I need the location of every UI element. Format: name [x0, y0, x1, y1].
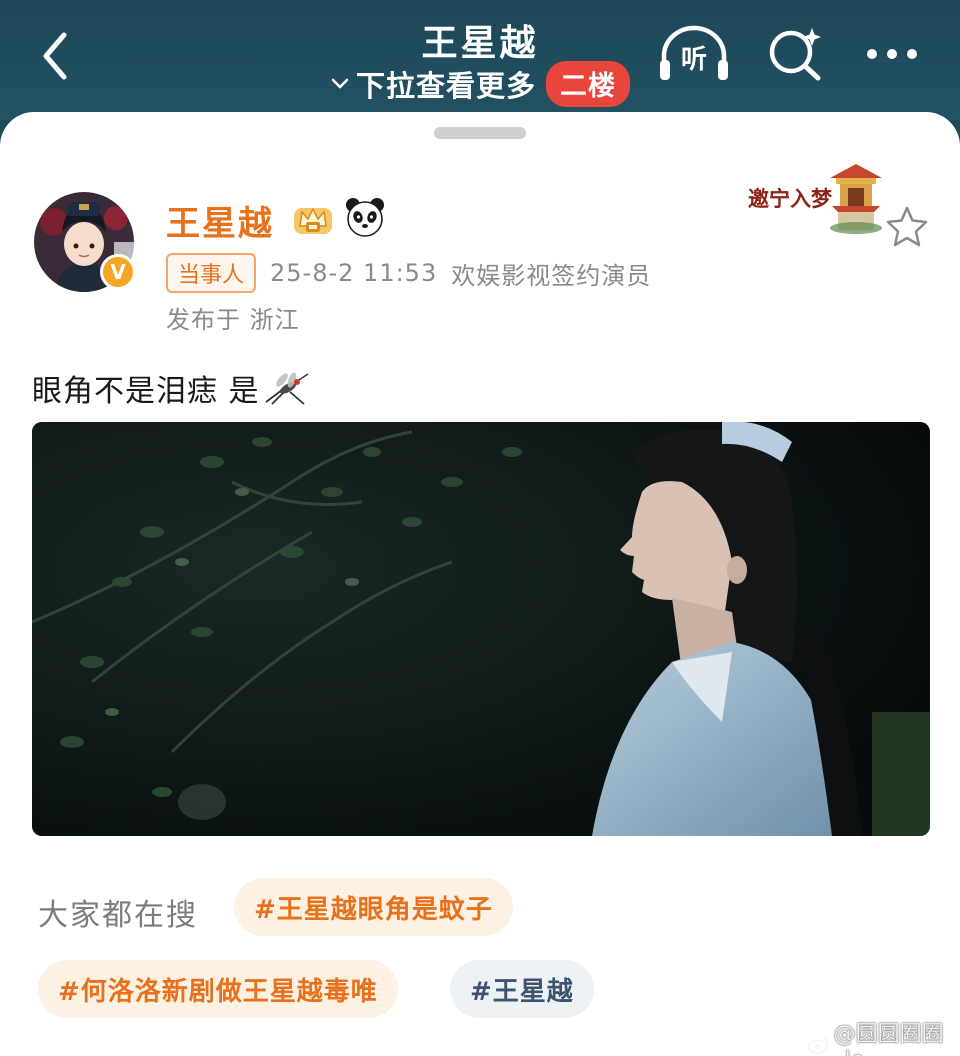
decoration-text: 邀宁入梦	[748, 186, 833, 211]
role-tag: 当事人	[166, 253, 257, 293]
pull-hint-label: 下拉查看更多	[355, 69, 536, 103]
video-frame-illustration	[32, 422, 930, 836]
post-image[interactable]	[32, 422, 930, 836]
weibo-logo-icon	[808, 1036, 829, 1054]
star-icon	[886, 206, 928, 247]
related-search-label: 大家都在搜	[38, 898, 198, 933]
chevron-down-icon	[331, 78, 349, 89]
drag-handle[interactable]	[434, 127, 526, 139]
favorite-star-button[interactable]	[884, 204, 930, 250]
post-text-content: 眼角不是泪痣 是	[32, 374, 260, 409]
post-card: V 王星越 当事人 25-8-2 11:53 欢娱影视签约演员 发布于 浙江 邀…	[0, 112, 960, 1056]
post-text: 眼角不是泪痣 是	[32, 366, 312, 410]
watermark-text: @圆圆圈圈_le	[833, 1022, 944, 1056]
hashtag-chip[interactable]: #何洛洛新剧做王星越毒唯	[38, 960, 398, 1018]
crown-level-icon[interactable]	[288, 198, 338, 238]
listen-label: 听	[681, 45, 707, 75]
search-sparkle-icon	[769, 28, 821, 81]
post-location: 发布于 浙江	[166, 306, 300, 334]
listen-button[interactable]: 听	[656, 22, 732, 86]
panda-icon	[346, 198, 384, 237]
headphones-icon: 听	[660, 25, 728, 80]
hashtag-chip[interactable]: #王星越眼角是蚊子	[234, 878, 513, 936]
author-name[interactable]: 王星越	[166, 196, 274, 245]
post-timestamp: 25-8-2 11:53	[270, 259, 438, 287]
pull-down-hint[interactable]: 下拉查看更多	[330, 63, 536, 105]
post-meta-row: 当事人 25-8-2 11:53 欢娱影视签约演员	[166, 253, 652, 293]
dot-icon	[887, 49, 897, 59]
dot-icon	[907, 49, 917, 59]
more-options-button[interactable]	[856, 22, 928, 86]
verified-badge-icon: V	[100, 254, 136, 290]
author-description: 欢娱影视签约演员	[451, 261, 652, 290]
hashtag-chip[interactable]: #王星越	[450, 960, 594, 1018]
dot-icon	[867, 49, 877, 59]
search-button[interactable]	[764, 22, 828, 86]
second-floor-badge[interactable]: 二楼	[546, 61, 630, 107]
mosquito-icon	[265, 372, 308, 405]
watermark: @圆圆圈圈_le	[808, 1016, 960, 1056]
top-bar: 王星越 下拉查看更多 二楼 听	[0, 0, 960, 120]
decoration-banner[interactable]: 邀宁入梦	[744, 154, 888, 236]
